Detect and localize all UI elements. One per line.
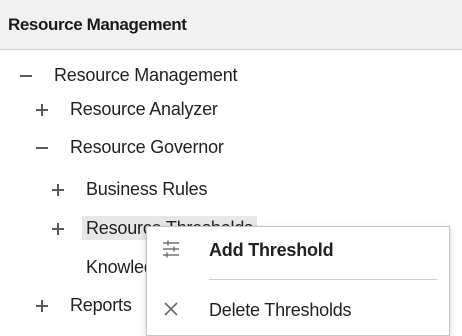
add-threshold-label[interactable]: Add Threshold [209, 240, 334, 261]
tree-node-label[interactable]: Reports [70, 295, 132, 315]
panel-title: Resource Management [8, 15, 187, 34]
tree-node-resource-management[interactable]: Resource Management [0, 58, 462, 92]
expand-icon[interactable] [50, 211, 66, 245]
expand-icon[interactable] [50, 172, 66, 206]
expand-icon[interactable] [34, 92, 50, 126]
context-menu: Add Threshold Delete Thresholds [146, 226, 450, 336]
menu-divider [209, 279, 437, 280]
panel-header: Resource Management [0, 0, 462, 50]
tree-node-resource-analyzer[interactable]: Resource Analyzer [0, 92, 462, 126]
delete-thresholds-label[interactable]: Delete Thresholds [209, 300, 352, 321]
collapse-icon[interactable] [34, 130, 50, 164]
expand-icon[interactable] [34, 288, 50, 322]
tree-node-resource-governor[interactable]: Resource Governor [0, 130, 462, 164]
sliders-icon [161, 239, 181, 259]
tree-node-label[interactable]: Resource Analyzer [70, 99, 218, 119]
add-threshold-menu-item[interactable]: Add Threshold [147, 229, 449, 273]
tree-node-label[interactable]: Business Rules [86, 179, 207, 199]
tree-node-label[interactable]: Resource Governor [70, 137, 224, 157]
tree-node-business-rules[interactable]: Business Rules [0, 172, 462, 206]
delete-thresholds-menu-item[interactable]: Delete Thresholds [147, 289, 449, 333]
tree-node-label[interactable]: Resource Management [54, 65, 238, 85]
close-icon [161, 299, 181, 319]
collapse-icon[interactable] [18, 58, 34, 92]
